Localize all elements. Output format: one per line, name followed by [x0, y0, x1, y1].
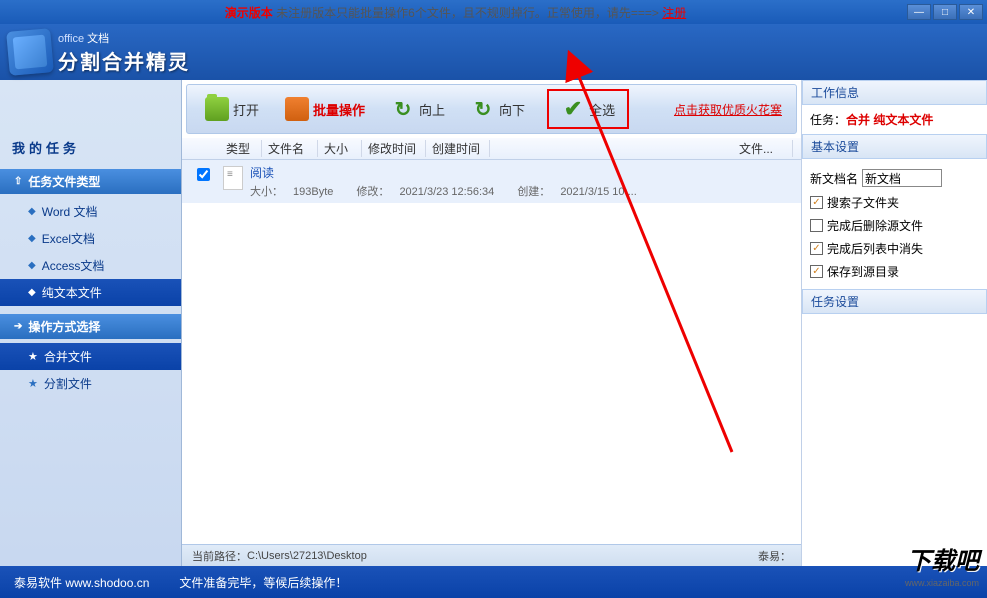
- minimize-button[interactable]: —: [907, 4, 931, 20]
- content: 打开 批量操作 ↻ 向上 ↻ 向下 ✔ 全选 点击获取优质火花塞 类型: [182, 80, 801, 566]
- file-icon: [220, 164, 246, 190]
- watermark-url: www.xiazaiba.com: [905, 578, 979, 588]
- check-icon: ✔: [561, 97, 585, 121]
- cb-subfolders[interactable]: ✓搜索子文件夹: [810, 191, 979, 214]
- list-body: 阅读 大小：193Byte 修改：2021/3/23 12:56:34 创建：2…: [182, 160, 801, 544]
- sidebar-item-excel[interactable]: ◆Excel文档: [0, 225, 181, 252]
- demo-label: 演示版本: [225, 6, 273, 20]
- diamond-icon: ◆: [28, 206, 36, 217]
- arrow-right-icon: ➔: [14, 321, 22, 332]
- path-value: C:\Users\27213\Desktop: [247, 550, 367, 562]
- sidebar-item-text[interactable]: ◆纯文本文件: [0, 279, 181, 306]
- sidebar-item-merge[interactable]: ★合并文件: [0, 343, 181, 370]
- arrow-down-icon: ↻: [471, 97, 495, 121]
- basic-settings-header[interactable]: 基本设置: [802, 134, 987, 159]
- toolbar: 打开 批量操作 ↻ 向上 ↻ 向下 ✔ 全选 点击获取优质火花塞: [186, 84, 797, 134]
- col-size[interactable]: 大小: [318, 140, 362, 157]
- logo-title: 分割合并精灵: [58, 46, 190, 75]
- checkbox-icon: ✓: [810, 196, 823, 209]
- close-button[interactable]: ✕: [959, 4, 983, 20]
- sidebar-group-header-filetype[interactable]: ⇧ 任务文件类型: [0, 169, 181, 194]
- logo-area: office 文档 分割合并精灵: [8, 30, 190, 75]
- cb-save-source[interactable]: ✓保存到源目录: [810, 260, 979, 283]
- footer: 泰易软件 www.shodoo.cn 文件准备完毕，等候后续操作！: [0, 566, 987, 598]
- demo-text: 未注册版本只能批量操作6个文件，且不规则掉行。正常使用，请先===>: [276, 6, 659, 20]
- row-content: 阅读 大小：193Byte 修改：2021/3/23 12:56:34 创建：2…: [250, 164, 793, 199]
- basic-settings-body: 新文档名 ✓搜索子文件夹 完成后删除源文件 ✓完成后列表中消失 ✓保存到源目录: [802, 159, 987, 289]
- sidebar-item-word[interactable]: ◆Word 文档: [0, 198, 181, 225]
- register-link[interactable]: 注册: [662, 6, 686, 20]
- maximize-button[interactable]: □: [933, 4, 957, 20]
- logo-icon: [6, 28, 54, 76]
- col-ctime[interactable]: 创建时间: [426, 140, 490, 157]
- checkbox-icon: ✓: [810, 265, 823, 278]
- path-right: 泰易：: [758, 548, 791, 564]
- row-meta: 大小：193Byte 修改：2021/3/23 12:56:34 创建：2021…: [250, 183, 793, 199]
- sidebar-group-filetype: ⇧ 任务文件类型 ◆Word 文档 ◆Excel文档 ◆Access文档 ◆纯文…: [0, 169, 181, 310]
- demo-banner: 演示版本 未注册版本只能批量操作6个文件，且不规则掉行。正常使用，请先===> …: [4, 4, 907, 21]
- right-panel: 工作信息 任务：合并 纯文本文件 基本设置 新文档名 ✓搜索子文件夹 完成后删除…: [801, 80, 987, 566]
- up-button[interactable]: ↻ 向上: [387, 93, 449, 125]
- task-settings-header[interactable]: 任务设置: [802, 289, 987, 314]
- col-type[interactable]: 类型: [220, 140, 262, 157]
- logo-subtitle: office 文档: [58, 30, 190, 46]
- arrow-up-icon: ⇧: [14, 176, 22, 187]
- sidebar-item-access[interactable]: ◆Access文档: [0, 252, 181, 279]
- arrow-up-icon: ↻: [391, 97, 415, 121]
- star-icon: ★: [28, 377, 38, 390]
- header: office 文档 分割合并精灵: [0, 24, 987, 80]
- list-header: 类型 文件名 大小 修改时间 创建时间 文件...: [182, 138, 801, 160]
- checkbox-icon: [810, 219, 823, 232]
- col-modtime[interactable]: 修改时间: [362, 140, 426, 157]
- diamond-icon: ◆: [28, 233, 36, 244]
- path-label: 当前路径：: [192, 548, 247, 564]
- work-info-header: 工作信息: [802, 80, 987, 105]
- diamond-icon: ◆: [28, 287, 36, 298]
- star-icon: ★: [28, 350, 38, 363]
- row-checkbox[interactable]: [190, 164, 216, 181]
- cb-delete-source[interactable]: 完成后删除源文件: [810, 214, 979, 237]
- footer-company: 泰易软件 www.shodoo.cn: [14, 574, 149, 591]
- footer-status: 文件准备完毕，等候后续操作！: [179, 574, 347, 591]
- sidebar-title: 我的任务: [0, 130, 181, 165]
- select-all-button[interactable]: ✔ 全选: [547, 89, 629, 129]
- col-file[interactable]: 文件...: [733, 140, 793, 157]
- promo-link[interactable]: 点击获取优质火花塞: [674, 101, 782, 118]
- logo-text: office 文档 分割合并精灵: [58, 30, 190, 75]
- disk-icon: [285, 97, 309, 121]
- open-button[interactable]: 打开: [201, 93, 263, 125]
- cb-clear-list[interactable]: ✓完成后列表中消失: [810, 237, 979, 260]
- watermark: 下载吧: [907, 541, 979, 576]
- checkbox-icon: ✓: [810, 242, 823, 255]
- folder-icon: [205, 97, 229, 121]
- titlebar: 演示版本 未注册版本只能批量操作6个文件，且不规则掉行。正常使用，请先===> …: [0, 0, 987, 24]
- sidebar-group-header-operation[interactable]: ➔ 操作方式选择: [0, 314, 181, 339]
- sidebar: 我的任务 ⇧ 任务文件类型 ◆Word 文档 ◆Excel文档 ◆Access文…: [0, 80, 182, 566]
- batch-button[interactable]: 批量操作: [281, 93, 369, 125]
- list-row[interactable]: 阅读 大小：193Byte 修改：2021/3/23 12:56:34 创建：2…: [182, 160, 801, 203]
- down-button[interactable]: ↻ 向下: [467, 93, 529, 125]
- window-controls: — □ ✕: [907, 4, 983, 20]
- main-area: 我的任务 ⇧ 任务文件类型 ◆Word 文档 ◆Excel文档 ◆Access文…: [0, 80, 987, 566]
- new-doc-input[interactable]: [862, 169, 942, 187]
- col-name[interactable]: 文件名: [262, 140, 318, 157]
- diamond-icon: ◆: [28, 260, 36, 271]
- new-doc-row: 新文档名: [810, 169, 979, 187]
- path-bar: 当前路径： C:\Users\27213\Desktop 泰易：: [182, 544, 801, 566]
- new-doc-label: 新文档名: [810, 170, 858, 187]
- task-info: 任务：合并 纯文本文件: [802, 105, 987, 134]
- sidebar-item-split[interactable]: ★分割文件: [0, 370, 181, 397]
- sidebar-group-operation: ➔ 操作方式选择 ★合并文件 ★分割文件: [0, 314, 181, 401]
- row-title: 阅读: [250, 164, 793, 181]
